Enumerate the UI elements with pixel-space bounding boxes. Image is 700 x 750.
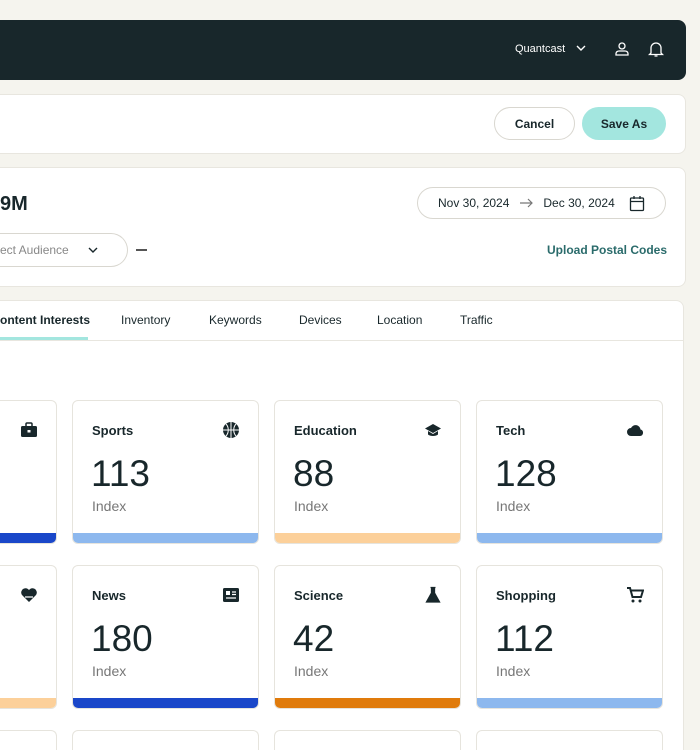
tile-index-value: 42 bbox=[293, 618, 335, 659]
chevron-down-icon bbox=[576, 45, 586, 51]
newspaper-icon bbox=[223, 588, 239, 602]
date-range-picker[interactable]: Nov 30, 2024 Dec 30, 2024 bbox=[417, 187, 666, 219]
tile-color-bar bbox=[73, 698, 258, 708]
tile-title: Education bbox=[294, 423, 357, 438]
tile-color-bar bbox=[0, 698, 56, 708]
interest-tile[interactable] bbox=[0, 565, 57, 709]
arrow-right-icon bbox=[520, 198, 534, 208]
interest-tile[interactable]: Tech 128 Index bbox=[476, 400, 663, 544]
interest-tile[interactable]: News 180 Index bbox=[72, 565, 259, 709]
interest-tile[interactable] bbox=[476, 730, 663, 750]
user-icon[interactable] bbox=[614, 41, 630, 57]
summary-panel bbox=[0, 167, 686, 287]
tile-title: Tech bbox=[496, 423, 526, 438]
date-start: Nov 30, 2024 bbox=[438, 196, 510, 210]
chevron-down-icon bbox=[88, 247, 98, 253]
graduation-cap-icon bbox=[425, 424, 441, 436]
tile-color-bar bbox=[477, 533, 662, 543]
tile-index-label: Index bbox=[496, 663, 531, 679]
tile-index-label: Index bbox=[92, 498, 127, 514]
tile-index-label: Index bbox=[496, 498, 531, 514]
tile-index-label: Index bbox=[294, 663, 329, 679]
tile-index-value: 113 bbox=[91, 453, 150, 494]
tile-color-bar bbox=[0, 533, 56, 543]
tile-title: Shopping bbox=[496, 588, 556, 603]
interest-tile[interactable] bbox=[0, 730, 57, 750]
tile-title: Sports bbox=[92, 423, 134, 438]
tile-title: Science bbox=[294, 588, 344, 603]
dash-separator bbox=[136, 249, 147, 251]
tile-color-bar bbox=[73, 533, 258, 543]
calendar-icon bbox=[629, 195, 644, 211]
audience-select[interactable]: ect Audience bbox=[0, 233, 128, 267]
tile-color-bar bbox=[275, 698, 460, 708]
save-as-button[interactable]: Save As bbox=[582, 107, 666, 140]
tile-index-value: 180 bbox=[91, 618, 153, 659]
cloud-icon bbox=[627, 425, 644, 436]
account-switcher[interactable]: Quantcast bbox=[515, 43, 586, 55]
tile-index-value: 128 bbox=[495, 453, 557, 494]
upload-postal-codes-link[interactable]: Upload Postal Codes bbox=[547, 243, 667, 257]
tab-divider bbox=[0, 340, 684, 341]
tile-index-value: 88 bbox=[293, 453, 335, 494]
interest-tile[interactable]: Shopping 112 Index bbox=[476, 565, 663, 709]
tab-inventory[interactable]: Inventory bbox=[121, 313, 170, 327]
interest-tile[interactable] bbox=[72, 730, 259, 750]
tile-color-bar bbox=[275, 533, 460, 543]
reach-value: 9M bbox=[0, 193, 28, 215]
interest-tile[interactable] bbox=[0, 400, 57, 544]
tab-keywords[interactable]: Keywords bbox=[209, 313, 262, 327]
flask-icon bbox=[425, 586, 441, 603]
tile-index-value: 112 bbox=[495, 618, 554, 659]
tile-title: News bbox=[92, 588, 126, 603]
tab-traffic[interactable]: Traffic bbox=[460, 313, 493, 327]
audience-placeholder: ect Audience bbox=[0, 243, 69, 257]
date-end: Dec 30, 2024 bbox=[543, 196, 615, 210]
bell-icon[interactable] bbox=[648, 40, 664, 58]
cart-icon bbox=[627, 587, 644, 603]
tab-location[interactable]: Location bbox=[377, 313, 422, 327]
basketball-icon bbox=[223, 422, 239, 438]
interest-tile[interactable]: Science 42 Index bbox=[274, 565, 461, 709]
active-tab-indicator bbox=[0, 337, 88, 340]
heart-icon bbox=[21, 588, 37, 602]
briefcase-icon bbox=[21, 422, 37, 437]
interest-tile[interactable]: Education 88 Index bbox=[274, 400, 461, 544]
tile-color-bar bbox=[477, 698, 662, 708]
cancel-button[interactable]: Cancel bbox=[494, 107, 575, 140]
tile-index-label: Index bbox=[92, 663, 127, 679]
interest-tile[interactable]: Sports 113 Index bbox=[72, 400, 259, 544]
interest-tile[interactable] bbox=[274, 730, 461, 750]
tile-index-label: Index bbox=[294, 498, 329, 514]
tab-devices[interactable]: Devices bbox=[299, 313, 342, 327]
tab-content-interests[interactable]: ontent Interests bbox=[0, 313, 90, 327]
account-name: Quantcast bbox=[515, 43, 566, 55]
